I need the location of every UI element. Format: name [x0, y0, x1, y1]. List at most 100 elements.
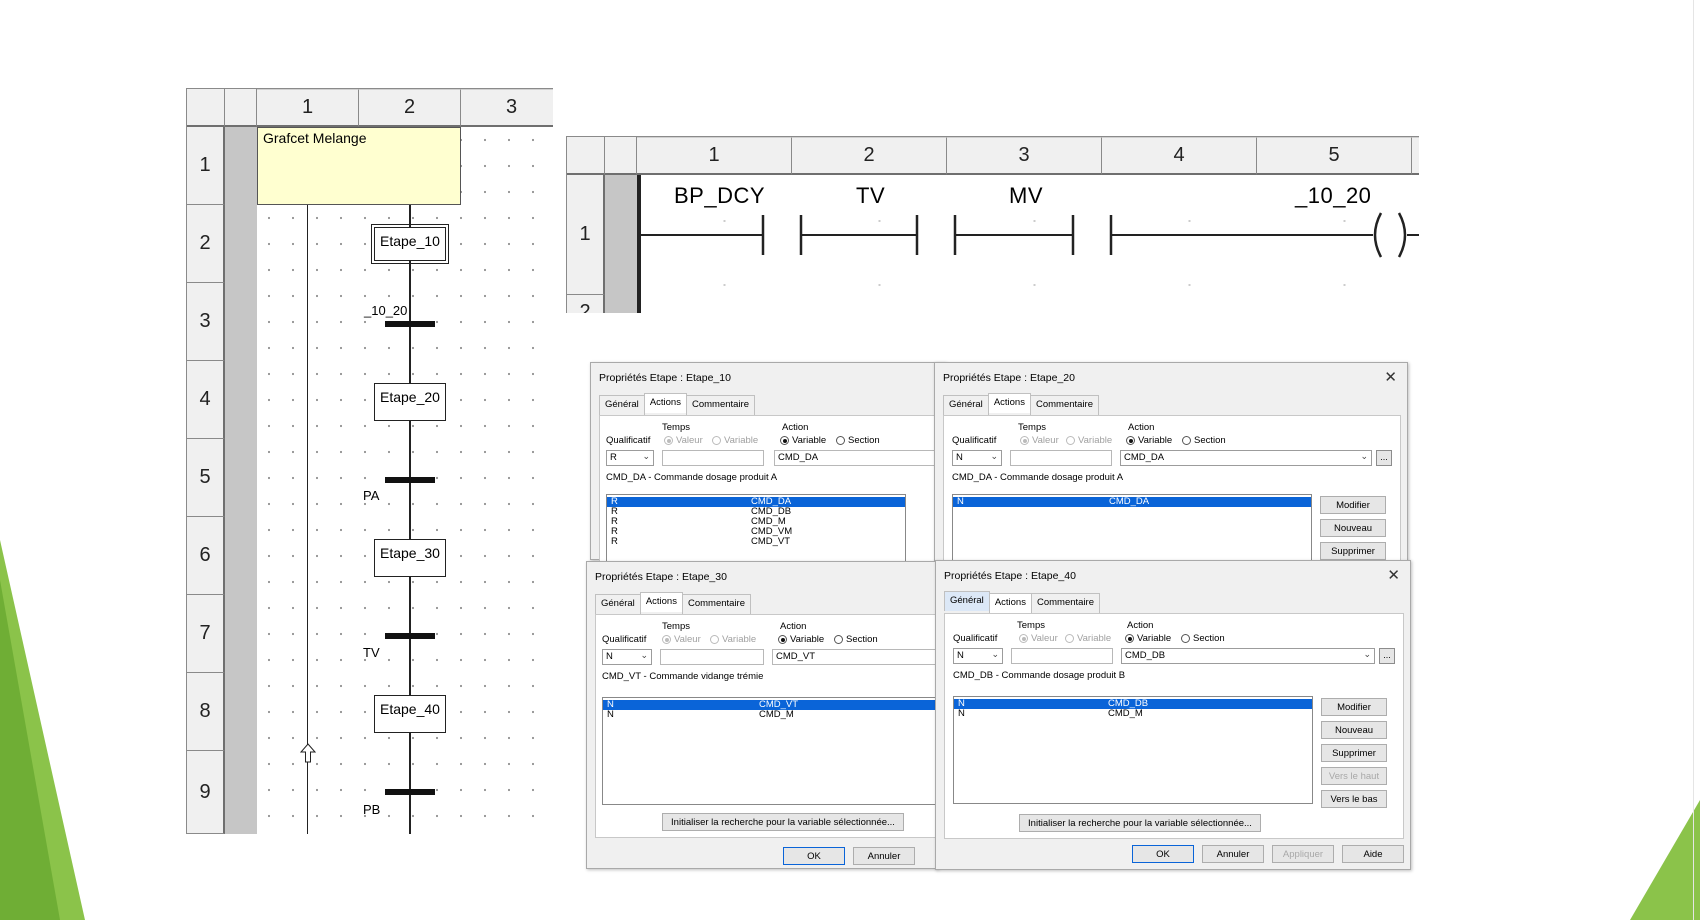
- browse-button[interactable]: ...: [1376, 450, 1392, 466]
- temps-variable-radio[interactable]: [1065, 634, 1074, 643]
- actions-list[interactable]: R CMD_DA R CMD_DB R CMD_M R CMD_VM R CMD_VT: [606, 494, 906, 566]
- search-variable-button[interactable]: Initialiser la recherche pour la variabl…: [662, 813, 904, 831]
- delete-button[interactable]: Supprimer: [1321, 744, 1387, 762]
- temps-variable-radio[interactable]: [710, 635, 719, 644]
- variable-select[interactable]: CMD_DB ⌄: [1121, 648, 1375, 664]
- help-button[interactable]: Aide: [1342, 845, 1404, 863]
- valeur-radio[interactable]: [1020, 436, 1029, 445]
- col-header[interactable]: 1: [637, 137, 792, 175]
- valeur-radio[interactable]: [1019, 634, 1028, 643]
- tab-comment[interactable]: Commentaire: [685, 395, 755, 415]
- col-header[interactable]: 3: [947, 137, 1102, 175]
- action-section-radio[interactable]: [1182, 436, 1191, 445]
- variable-select[interactable]: CMD_DA ⌄: [1120, 450, 1372, 466]
- tab-comment[interactable]: Commentaire: [681, 594, 751, 614]
- new-button[interactable]: Nouveau: [1320, 519, 1386, 537]
- browse-button[interactable]: ...: [1379, 648, 1395, 664]
- action-variable-radio[interactable]: [780, 436, 789, 445]
- cancel-button[interactable]: Annuler: [1202, 845, 1264, 863]
- row-header[interactable]: 1: [187, 127, 225, 205]
- valeur-radio[interactable]: [662, 635, 671, 644]
- close-icon[interactable]: ✕: [1387, 566, 1400, 584]
- cancel-button[interactable]: Annuler: [853, 847, 915, 865]
- transition-bar[interactable]: [385, 477, 435, 483]
- grafcet-title-box[interactable]: Grafcet Melange: [257, 127, 461, 205]
- col-header[interactable]: 2: [792, 137, 947, 175]
- row-header[interactable]: 2: [187, 205, 225, 283]
- action-section-radio[interactable]: [834, 635, 843, 644]
- contact-no-icon[interactable]: [757, 213, 807, 257]
- tab-actions[interactable]: Actions: [639, 592, 683, 612]
- modify-button[interactable]: Modifier: [1320, 496, 1386, 514]
- step-etape-20[interactable]: Etape_20: [374, 383, 446, 421]
- action-variable-radio[interactable]: [778, 635, 787, 644]
- modify-button[interactable]: Modifier: [1321, 698, 1387, 716]
- contact-no-icon[interactable]: [1067, 213, 1117, 257]
- qualificatif-select[interactable]: N ⌄: [952, 450, 1002, 466]
- tab-general[interactable]: Général: [943, 395, 989, 415]
- tab-general[interactable]: Général: [595, 594, 641, 614]
- step-etape-10[interactable]: Etape_10: [371, 224, 449, 264]
- step-etape-40[interactable]: Etape_40: [374, 695, 446, 733]
- list-item[interactable]: N CMD_M: [954, 709, 1312, 719]
- transition-bar[interactable]: [385, 789, 435, 795]
- new-button[interactable]: Nouveau: [1321, 721, 1387, 739]
- row-header[interactable]: 5: [187, 439, 225, 517]
- temps-field[interactable]: [1010, 450, 1112, 466]
- qualificatif-select[interactable]: R ⌄: [606, 450, 654, 466]
- step-etape-30[interactable]: Etape_30: [374, 539, 446, 577]
- search-variable-button[interactable]: Initialiser la recherche pour la variabl…: [1019, 814, 1261, 832]
- transition-bar[interactable]: [385, 633, 435, 639]
- contact-no-icon[interactable]: [911, 213, 961, 257]
- tab-general[interactable]: Général: [944, 591, 990, 611]
- coil-icon[interactable]: [1367, 211, 1413, 259]
- actions-list[interactable]: N CMD_DA: [952, 494, 1312, 564]
- row-header[interactable]: 3: [187, 283, 225, 361]
- move-up-button[interactable]: Vers le haut: [1321, 767, 1387, 785]
- move-down-button[interactable]: Vers le bas: [1321, 790, 1387, 808]
- col-header[interactable]: 5: [1257, 137, 1412, 175]
- col-header[interactable]: 2: [359, 89, 461, 127]
- temps-field[interactable]: [660, 649, 764, 665]
- temps-variable-radio[interactable]: [712, 436, 721, 445]
- row-header[interactable]: 4: [187, 361, 225, 439]
- action-section-radio[interactable]: [836, 436, 845, 445]
- row-header[interactable]: 8: [187, 673, 225, 751]
- actions-list[interactable]: N CMD_VT N CMD_M: [602, 697, 944, 805]
- delete-button[interactable]: Supprimer: [1320, 542, 1386, 560]
- list-item[interactable]: R CMD_VT: [607, 537, 905, 547]
- tab-comment[interactable]: Commentaire: [1030, 593, 1100, 613]
- temps-field[interactable]: [662, 450, 764, 466]
- temps-field[interactable]: [1011, 648, 1113, 664]
- tab-actions[interactable]: Actions: [988, 593, 1032, 613]
- row-header[interactable]: 6: [187, 517, 225, 595]
- action-section-radio[interactable]: [1181, 634, 1190, 643]
- qualificatif-select[interactable]: N ⌄: [953, 648, 1003, 664]
- col-header[interactable]: 4: [1102, 137, 1257, 175]
- qualificatif-select[interactable]: N ⌄: [602, 649, 652, 665]
- transition-bar[interactable]: [385, 321, 435, 327]
- list-item[interactable]: N CMD_M: [603, 710, 943, 720]
- row-header[interactable]: 7: [187, 595, 225, 673]
- col-header[interactable]: 3: [461, 89, 553, 127]
- variable-field[interactable]: CMD_DA: [774, 450, 950, 466]
- actions-list[interactable]: N CMD_DB N CMD_M: [953, 696, 1313, 804]
- col-header[interactable]: 1: [257, 89, 359, 127]
- apply-button[interactable]: Appliquer: [1272, 845, 1334, 863]
- row-header[interactable]: 2: [567, 295, 605, 313]
- ok-button[interactable]: OK: [783, 847, 845, 865]
- close-icon[interactable]: ✕: [1384, 368, 1397, 386]
- ok-button[interactable]: OK: [1132, 845, 1194, 863]
- valeur-radio[interactable]: [664, 436, 673, 445]
- tab-actions[interactable]: Actions: [643, 393, 687, 413]
- row-header[interactable]: 1: [567, 175, 605, 295]
- list-item[interactable]: N CMD_DA: [953, 497, 1311, 507]
- tab-comment[interactable]: Commentaire: [1029, 395, 1099, 415]
- temps-variable-radio[interactable]: [1066, 436, 1075, 445]
- action-variable-radio[interactable]: [1125, 634, 1134, 643]
- tab-general[interactable]: Général: [599, 395, 645, 415]
- action-variable-radio[interactable]: [1126, 436, 1135, 445]
- tab-actions[interactable]: Actions: [987, 393, 1031, 413]
- row-header[interactable]: 9: [187, 751, 225, 834]
- variable-field[interactable]: CMD_VT: [772, 649, 942, 665]
